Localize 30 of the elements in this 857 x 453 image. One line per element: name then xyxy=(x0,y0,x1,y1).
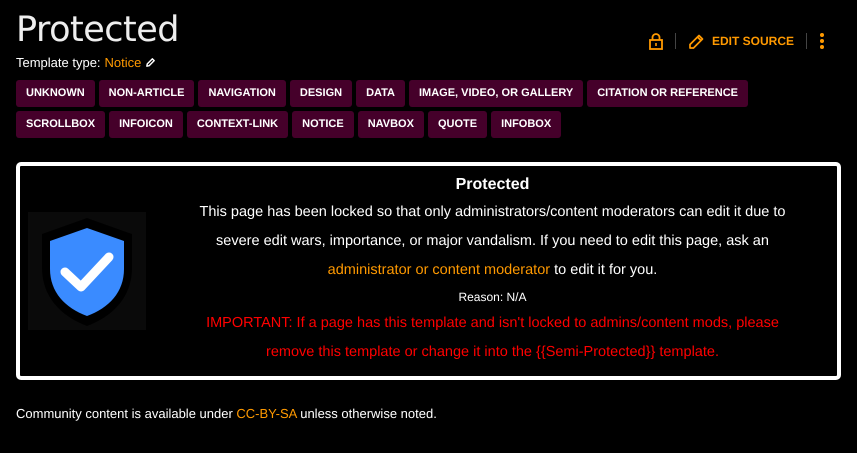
category-tag[interactable]: DATA xyxy=(356,80,405,107)
category-tag[interactable]: INFOICON xyxy=(109,111,183,138)
category-tag[interactable]: QUOTE xyxy=(428,111,488,138)
pencil-icon xyxy=(688,32,706,50)
template-type-label: Template type: xyxy=(16,55,101,70)
category-tag[interactable]: NOTICE xyxy=(292,111,354,138)
important-text: IMPORTANT: If a page has this template and isn't locked to admins/content mods, please remove this template or change it into the {{Semi-Protected}} template. xyxy=(205,314,780,362)
edit-source-button[interactable]: EDIT SOURCE xyxy=(688,32,794,50)
category-tag[interactable]: NAVBOX xyxy=(358,111,424,138)
license-text: Community content is available under CC-BY-SA unless otherwise noted. xyxy=(16,406,438,421)
pencil-icon[interactable] xyxy=(145,57,156,68)
notice-text: This page has been locked so that only administrators/content moderators can edit it due to severe edit wars, importance, or major vandalism. If you need to edit this page, ask an administrator or content moderator to edit it for you. xyxy=(198,202,786,280)
category-tag[interactable]: DESIGN xyxy=(290,80,352,107)
category-tag[interactable]: INFOBOX xyxy=(491,111,562,138)
moderator-link[interactable]: administrator or content moderator xyxy=(328,262,550,278)
shield-check-icon xyxy=(28,212,146,330)
category-tag[interactable]: UNKNOWN xyxy=(16,80,95,107)
category-tag[interactable]: NAVIGATION xyxy=(198,80,286,107)
category-tag[interactable]: NON-ARTICLE xyxy=(98,80,194,107)
category-tag[interactable]: CONTEXT-LINK xyxy=(186,111,288,138)
notice-title: Protected xyxy=(454,176,530,194)
lock-icon[interactable] xyxy=(648,32,663,50)
page-title: Protected xyxy=(16,9,179,52)
reason-text: Reason: N/A xyxy=(457,288,528,306)
category-tag[interactable]: IMAGE, VIDEO, OR GALLERY xyxy=(409,80,584,107)
category-tag[interactable]: SCROLLBOX xyxy=(16,111,106,138)
category-tag[interactable]: CITATION OR REFERENCE xyxy=(587,80,748,107)
license-link[interactable]: CC-BY-SA xyxy=(236,406,297,421)
more-icon[interactable] xyxy=(819,32,825,50)
template-type-link[interactable]: Notice xyxy=(104,55,142,70)
